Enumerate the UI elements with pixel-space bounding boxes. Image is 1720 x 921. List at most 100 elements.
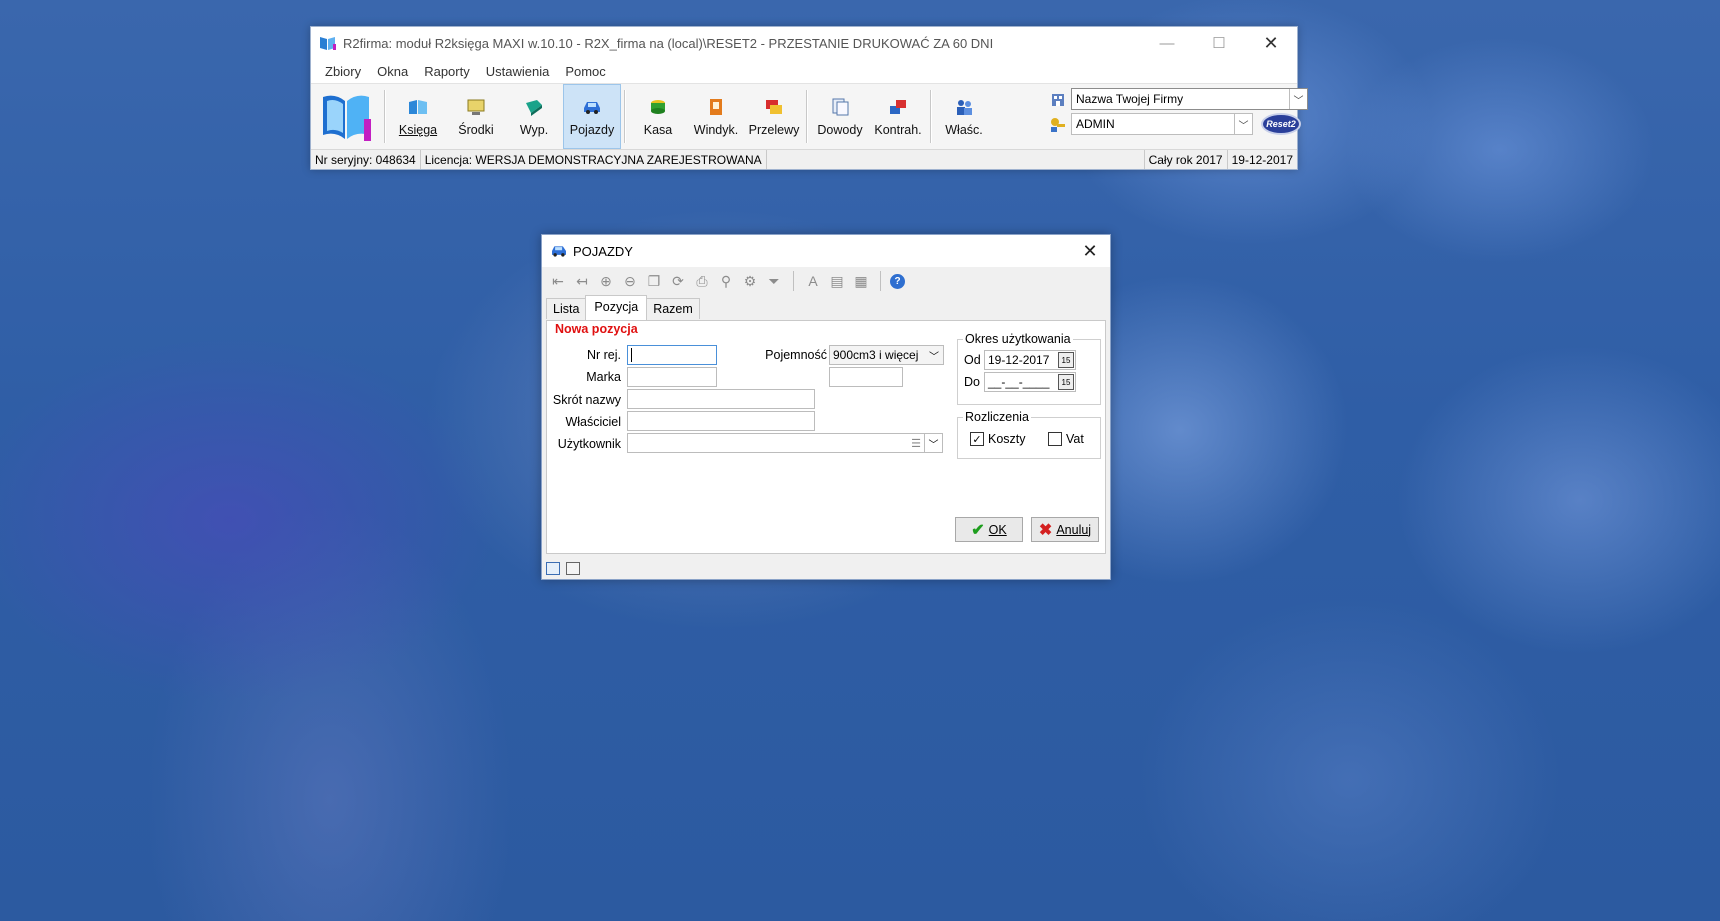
toolbar-separator — [930, 90, 932, 143]
przelewy-label: Przelewy — [748, 122, 800, 137]
pojemnosc-extra-input[interactable] — [829, 367, 903, 387]
delete-record-icon[interactable]: ⊖ — [620, 272, 640, 290]
refresh-icon[interactable]: ⟳ — [668, 272, 688, 290]
do-date-input[interactable]: __-__-____ 15 — [984, 372, 1076, 392]
menu-ustawienia[interactable]: Ustawienia — [478, 64, 558, 79]
close-button[interactable]: ✕ — [1245, 27, 1297, 59]
od-label: Od — [964, 353, 981, 367]
layout-icon[interactable] — [546, 561, 560, 575]
license-info: Licencja: WERSJA DEMONSTRACYJNA ZAREJEST… — [421, 150, 767, 169]
srodki-button[interactable]: Środki — [447, 84, 505, 149]
app-logo[interactable] — [311, 84, 381, 149]
ksiega-label: Księga — [398, 122, 438, 137]
pojemnosc-select[interactable]: 900cm3 i więcej ﹀ — [829, 345, 944, 365]
wyp-icon — [526, 99, 542, 116]
windyk-button[interactable]: Windyk. — [687, 84, 745, 149]
list-icon[interactable]: ☰ — [908, 437, 924, 450]
okres-uzytkowania-group: Okres użytkowania Od 19-12-2017 15 Do __… — [957, 332, 1101, 405]
add-record-icon[interactable]: ⊕ — [596, 272, 616, 290]
calendar-icon[interactable]: 15 — [1058, 374, 1074, 390]
menu-raporty[interactable]: Raporty — [416, 64, 478, 79]
uzytkownik-combo[interactable]: ☰ ﹀ — [627, 433, 943, 453]
settings-icon[interactable]: ⚙ — [740, 272, 760, 290]
vat-checkbox[interactable]: Vat — [1048, 432, 1084, 446]
dialog-title: POJAZDY — [573, 243, 633, 259]
user-combo[interactable]: ADMIN ﹀ — [1071, 113, 1253, 135]
tab-razem[interactable]: Razem — [646, 298, 700, 319]
pojazdy-dialog: POJAZDY ✕ ⇤ ↤ ⊕ ⊖ ❐ ⟳ ⎙ ⚲ ⚙ ⏷ A ▤ ▦ ? Li… — [541, 234, 1111, 580]
windyk-icon — [710, 98, 722, 115]
prev-record-icon[interactable]: ↤ — [572, 272, 592, 290]
title-bar[interactable]: R2firma: moduł R2księga MAXI w.10.10 - R… — [311, 27, 1297, 59]
binoculars-search-icon[interactable]: ⚲ — [716, 272, 736, 290]
chevron-down-icon[interactable]: ﹀ — [925, 346, 943, 364]
wlasc-label: Właśc. — [945, 122, 983, 137]
pojazdy-label: Pojazdy — [569, 122, 615, 137]
do-label: Do — [964, 375, 980, 389]
wlasciciel-input[interactable] — [627, 411, 815, 431]
text-tool-icon[interactable]: A — [803, 272, 823, 290]
wyp-label: Wyp. — [519, 122, 549, 137]
dowody-label: Dowody — [817, 122, 863, 137]
chevron-down-icon[interactable]: ﹀ — [1289, 89, 1307, 109]
pojazdy-button[interactable]: Pojazdy — [563, 84, 621, 149]
maximize-button[interactable]: ☐ — [1193, 27, 1245, 59]
dialog-close-button[interactable]: ✕ — [1070, 241, 1110, 262]
kasa-button[interactable]: Kasa — [629, 84, 687, 149]
user-key-icon — [1051, 118, 1065, 132]
current-date: 19-12-2017 — [1231, 152, 1293, 167]
tab-pozycja[interactable]: Pozycja — [585, 295, 648, 320]
help-icon[interactable]: ? — [890, 273, 905, 289]
copy-record-icon[interactable]: ❐ — [644, 272, 664, 290]
copy-icon[interactable] — [566, 561, 580, 575]
ksiega-button[interactable]: Księga — [389, 84, 447, 149]
cancel-button[interactable]: ✖ Anuluj — [1031, 517, 1099, 542]
calendar-icon[interactable]: 15 — [1058, 352, 1074, 368]
uzytkownik-label: Użytkownik — [557, 437, 621, 451]
print-icon[interactable]: ⎙ — [692, 272, 712, 290]
menu-okna[interactable]: Okna — [369, 64, 416, 79]
toolbar-separator — [624, 90, 626, 143]
menu-pomoc[interactable]: Pomoc — [557, 64, 613, 79]
od-date-value: 19-12-2017 — [988, 353, 1050, 367]
koszty-checkbox-box[interactable]: ✓ — [970, 432, 984, 446]
marka-input[interactable] — [627, 367, 717, 387]
pojemnosc-value: 900cm3 i więcej — [833, 348, 919, 362]
ok-button[interactable]: ✔ OK — [955, 517, 1023, 542]
minimize-button[interactable]: — — [1141, 27, 1193, 59]
dialog-title-bar[interactable]: POJAZDY ✕ — [542, 235, 1110, 267]
vat-checkbox-box[interactable] — [1048, 432, 1062, 446]
menu-zbiory[interactable]: Zbiory — [317, 64, 369, 79]
nr-rej-input[interactable] — [627, 345, 717, 365]
rozliczenia-group: Rozliczenia ✓ Koszty Vat — [957, 410, 1101, 459]
koszty-label: Koszty — [988, 432, 1026, 446]
wlasc-button[interactable]: Właśc. — [935, 84, 993, 149]
firm-combo[interactable]: Nazwa Twojej Firmy ﹀ — [1071, 88, 1308, 110]
toolbar-separator — [384, 90, 386, 143]
brand-badge[interactable]: Reset2 — [1261, 113, 1301, 135]
brand-badge-text: Reset2 — [1266, 119, 1296, 129]
period-info: Cały rok 2017 — [1143, 150, 1228, 169]
check-icon: ✔ — [971, 521, 985, 539]
app-book-icon — [320, 37, 336, 50]
tab-lista[interactable]: Lista — [546, 298, 587, 319]
skrot-nazwy-input[interactable] — [627, 389, 815, 409]
calculator-icon[interactable]: ▦ — [851, 272, 871, 290]
srodki-label: Środki — [458, 122, 494, 137]
export-icon[interactable]: ▤ — [827, 272, 847, 290]
dowody-button[interactable]: Dowody — [811, 84, 869, 149]
status-bar: Nr seryjny: 048634 Licencja: WERSJA DEMO… — [311, 149, 1297, 169]
koszty-checkbox[interactable]: ✓ Koszty — [970, 432, 1026, 446]
przelewy-icon — [766, 99, 782, 114]
kontrah-button[interactable]: Kontrah. — [869, 84, 927, 149]
dialog-tabs: Lista Pozycja Razem — [542, 295, 1110, 320]
first-record-icon[interactable]: ⇤ — [548, 272, 568, 290]
przelewy-button[interactable]: Przelewy — [745, 84, 803, 149]
kontrah-icon — [890, 99, 906, 114]
chevron-down-icon[interactable]: ﹀ — [924, 434, 942, 452]
chevron-down-icon[interactable]: ﹀ — [1234, 114, 1252, 134]
srodki-icon — [467, 99, 485, 115]
od-date-input[interactable]: 19-12-2017 15 — [984, 350, 1076, 370]
filter-icon[interactable]: ⏷ — [764, 272, 784, 290]
wyp-button[interactable]: Wyp. — [505, 84, 563, 149]
